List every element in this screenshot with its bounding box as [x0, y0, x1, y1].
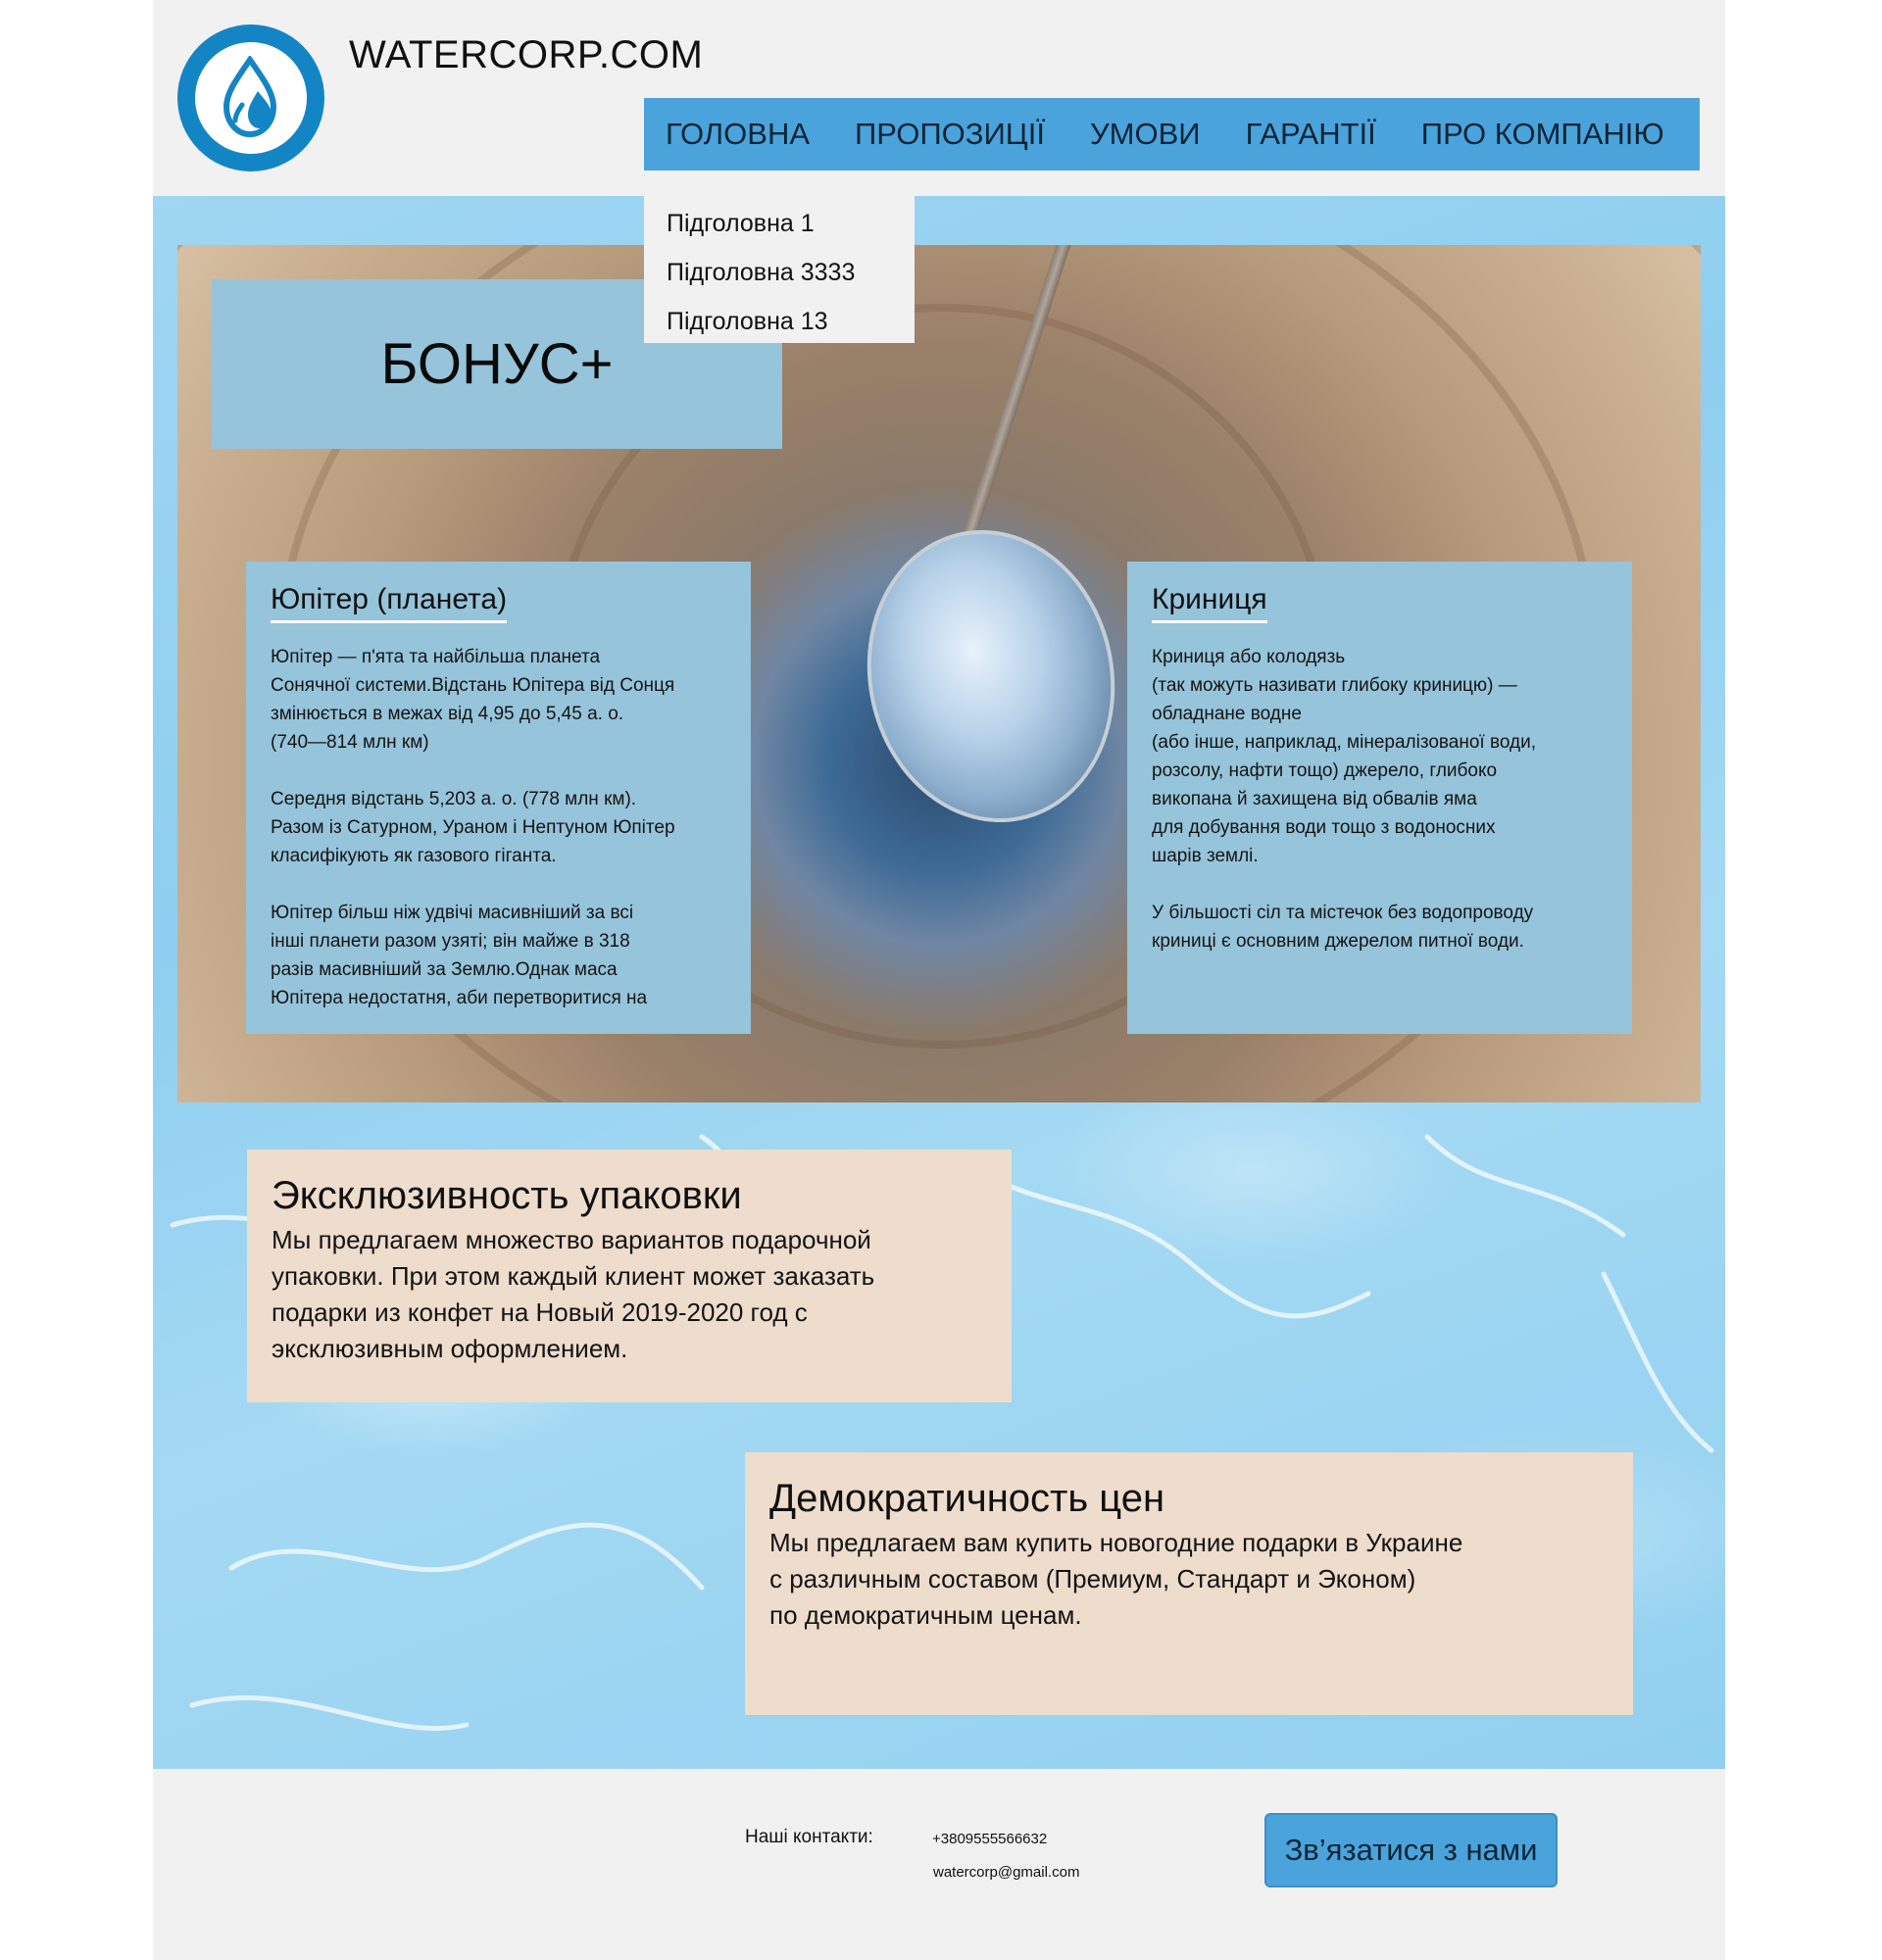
bonus-title: БОНУС+ [380, 332, 614, 396]
nav-item-about[interactable]: ПРО КОМПАНІЮ [1421, 117, 1664, 152]
logo[interactable] [177, 24, 324, 172]
dropdown-item-1[interactable]: Підголовна 1 [644, 204, 915, 253]
info-card-title: Юпітер (планета) [271, 583, 508, 623]
feature-text: Мы предлагаем вам купить новогодние пода… [769, 1528, 1463, 1630]
nav-item-home[interactable]: ГОЛОВНА [666, 117, 810, 152]
info-card-jupiter: Юпітер (планета) Юпітер — п'ята та найбі… [246, 562, 751, 1034]
feature-title: Эксклюзивность упаковки [272, 1174, 742, 1217]
contact-phone[interactable]: +3809555566632 [932, 1831, 1047, 1847]
nav-item-terms[interactable]: УМОВИ [1090, 117, 1201, 152]
info-card-paragraph: У більшості сіл та містечок без водопров… [1152, 903, 1534, 952]
contacts-label: Наші контакти: [745, 1827, 873, 1847]
info-card-paragraph: Криниця або колодязь (так можуть називат… [1152, 647, 1536, 866]
info-card-paragraph: Середня відстань 5,203 а. о. (778 млн км… [271, 789, 675, 866]
contact-email[interactable]: watercorp@gmail.com [933, 1864, 1079, 1881]
feature-text: Мы предлагаем множество вариантов подаро… [272, 1225, 875, 1363]
site-title: WATERCORP.COM [349, 33, 704, 76]
nav-item-guarantees[interactable]: ГАРАНТІЇ [1246, 117, 1376, 152]
contact-us-button[interactable]: Зв’язатися з нами [1264, 1813, 1558, 1887]
water-drops-icon [195, 42, 307, 154]
feature-card-packaging: Эксклюзивность упаковки Мы предлагаем мн… [247, 1150, 1012, 1402]
nav-dropdown-menu: Підголовна 1 Підголовна 3333 Підголовна … [644, 196, 915, 343]
dropdown-item-3[interactable]: Підголовна 13 [644, 302, 915, 351]
nav-item-offers[interactable]: ПРОПОЗИЦІЇ [855, 117, 1045, 152]
info-card-paragraph: Юпітер більш ніж удвічі масивніший за вс… [271, 903, 648, 1008]
hero-banner: БОНУС+ Юпітер (планета) Юпітер — п'ята т… [177, 245, 1701, 1102]
main-nav: ГОЛОВНА ПРОПОЗИЦІЇ УМОВИ ГАРАНТІЇ ПРО КО… [644, 98, 1700, 171]
page: WATERCORP.COM ГОЛОВНА ПРОПОЗИЦІЇ УМОВИ Г… [153, 0, 1725, 1960]
feature-title: Демократичность цен [769, 1477, 1165, 1520]
info-card-paragraph: Юпітер — п'ята та найбільша планета Соня… [271, 647, 675, 753]
info-card-well: Криниця Криниця або колодязь (так можуть… [1127, 562, 1632, 1034]
feature-card-prices: Демократичность цен Мы предлагаем вам ку… [745, 1452, 1633, 1715]
dropdown-item-2[interactable]: Підголовна 3333 [644, 253, 915, 302]
info-card-title: Криниця [1152, 583, 1267, 623]
